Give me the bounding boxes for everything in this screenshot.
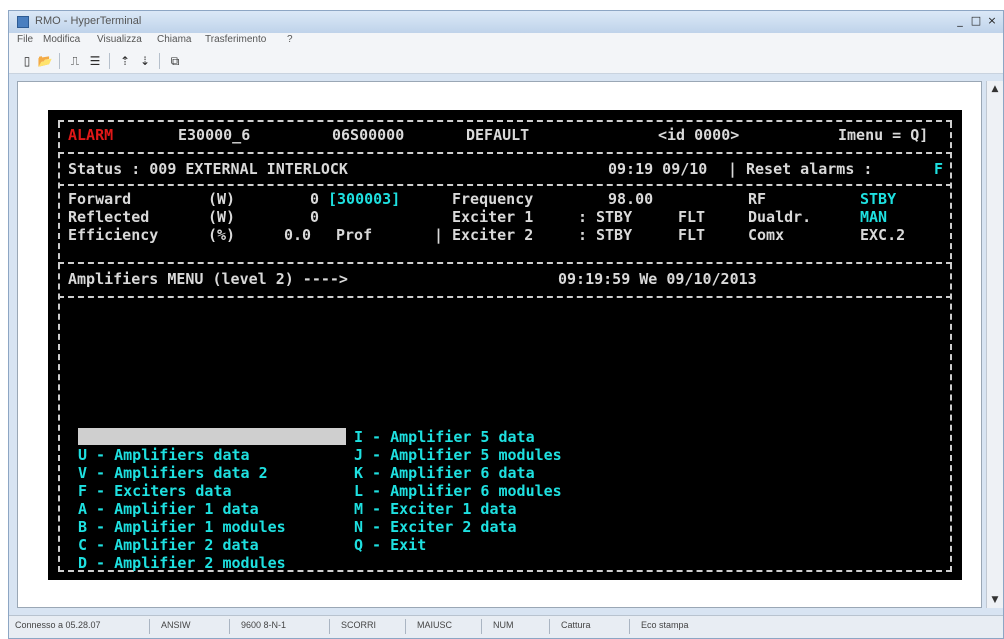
menu-option-b[interactable]: B - Amplifier 1 modules (78, 518, 286, 536)
device-id: <id 0000> (658, 126, 740, 144)
reset-alarms-label: Reset alarms : (746, 160, 873, 178)
exciter1-label: Exciter 1 (452, 208, 534, 226)
terminal-client-area[interactable]: ALARM E30000_6 06S00000 DEFAULT <id 0000… (17, 81, 982, 608)
send-icon[interactable]: ⇡ (117, 53, 133, 69)
menu-option-n[interactable]: N - Exciter 2 data (354, 518, 517, 536)
num-indicator: NUM (493, 620, 514, 630)
capture-indicator: Cattura (561, 620, 591, 630)
forward-box: [300003] (328, 190, 401, 208)
copy-icon[interactable]: ⧉ (167, 53, 183, 69)
selection-cursor-bar (78, 428, 346, 445)
dualdr-value: MAN (860, 208, 888, 226)
caps-indicator: MAIUSC (417, 620, 453, 630)
frequency-label: Frequency (452, 190, 534, 208)
connection-time: Connesso a 05.28.07 (15, 620, 101, 630)
menu-option-a[interactable]: A - Amplifier 1 data (78, 500, 259, 518)
frequency-value: 98.00 (608, 190, 654, 208)
app-icon (17, 16, 29, 28)
window-title: RMO - HyperTerminal (35, 15, 142, 27)
menu-option-exit[interactable]: Q - Exit (354, 536, 426, 554)
hyperterminal-window: RMO - HyperTerminal _ □ × File Modifica … (8, 10, 1004, 639)
forward-value: 0 (310, 190, 320, 208)
menu-chiama[interactable]: Chiama (157, 34, 191, 45)
menu-option-c[interactable]: C - Amplifier 2 data (78, 536, 259, 554)
vertical-scrollbar[interactable]: ▲ ▼ (986, 81, 1003, 608)
maximize-button[interactable]: □ (969, 14, 983, 28)
toolbar: ▯ 📂 ⎍ ☰ ⇡ ⇣ ⧉ (9, 49, 1003, 74)
exciter2-state: STBY (596, 226, 633, 244)
menu-datetime: 09:19:59 We 09/10/2013 (558, 270, 757, 288)
disconnect-icon[interactable]: ⎍ (67, 53, 83, 69)
reflected-value: 0 (310, 208, 320, 226)
menu-help[interactable]: ? (287, 34, 293, 45)
minimize-button[interactable]: _ (953, 14, 967, 28)
scroll-down-icon[interactable]: ▼ (987, 592, 1003, 608)
exciter1-fault: FLT (678, 208, 706, 226)
comx-value: EXC.2 (860, 226, 906, 244)
emulation-type: ANSIW (161, 620, 191, 630)
exciter2-fault: FLT (678, 226, 706, 244)
menu-title: Amplifiers MENU (level 2) ----> (68, 270, 348, 288)
profile-name: DEFAULT (466, 126, 530, 144)
forward-label: Forward (68, 190, 132, 208)
open-icon[interactable]: 📂 (37, 53, 53, 69)
reset-alarms-value: F (934, 160, 944, 178)
receive-icon[interactable]: ⇣ (137, 53, 153, 69)
serial-number: 06S00000 (332, 126, 405, 144)
menu-option-m[interactable]: M - Exciter 1 data (354, 500, 517, 518)
dualdr-label: Dualdr. (748, 208, 812, 226)
status-text: Status : 009 EXTERNAL INTERLOCK (68, 160, 348, 178)
forward-unit: (W) (208, 190, 236, 208)
rf-value: STBY (860, 190, 897, 208)
new-icon[interactable]: ▯ (19, 53, 35, 69)
menu-option-l[interactable]: L - Amplifier 6 modules (354, 482, 562, 500)
title-bar: RMO - HyperTerminal _ □ × (9, 11, 1003, 33)
properties-icon[interactable]: ☰ (87, 53, 103, 69)
port-settings: 9600 8-N-1 (241, 620, 287, 630)
terminal-screen[interactable]: ALARM E30000_6 06S00000 DEFAULT <id 0000… (48, 110, 962, 580)
efficiency-label: Efficiency (68, 226, 159, 244)
menu-option-i[interactable]: I - Amplifier 5 data (354, 428, 535, 446)
prof-label: Prof (336, 226, 373, 244)
menu-hint: Imenu = Q] (838, 126, 929, 144)
menu-file[interactable]: File (17, 34, 33, 45)
menu-modifica[interactable]: Modifica (43, 34, 80, 45)
close-button[interactable]: × (985, 14, 999, 28)
scroll-up-icon[interactable]: ▲ (987, 81, 1003, 97)
station-name: E30000_6 (178, 126, 251, 144)
menu-option-j[interactable]: J - Amplifier 5 modules (354, 446, 562, 464)
efficiency-unit: (%) (208, 226, 236, 244)
exciter2-label: Exciter 2 (452, 226, 534, 244)
menu-option-v[interactable]: V - Amplifiers data 2 (78, 464, 268, 482)
reflected-label: Reflected (68, 208, 150, 226)
menu-option-u[interactable]: U - Amplifiers data (78, 446, 250, 464)
efficiency-value: 0.0 (284, 226, 312, 244)
rf-label: RF (748, 190, 767, 208)
status-bar: Connesso a 05.28.07 ANSIW 9600 8-N-1 SCO… (9, 615, 1003, 638)
menu-option-d[interactable]: D - Amplifier 2 modules (78, 554, 286, 572)
exciter1-state: STBY (596, 208, 633, 226)
print-echo-indicator: Eco stampa (641, 620, 689, 630)
reflected-unit: (W) (208, 208, 236, 226)
menu-trasferimento[interactable]: Trasferimento (205, 34, 266, 45)
comx-label: Comx (748, 226, 785, 244)
menu-option-k[interactable]: K - Amplifier 6 data (354, 464, 535, 482)
alarm-indicator: ALARM (68, 126, 114, 144)
scroll-indicator: SCORRI (341, 620, 377, 630)
menu-bar: File Modifica Visualizza Chiama Trasferi… (9, 33, 1003, 49)
menu-visualizza[interactable]: Visualizza (97, 34, 142, 45)
menu-option-exciters[interactable]: F - Exciters data (78, 482, 232, 500)
status-time: 09:19 09/10 (608, 160, 708, 178)
